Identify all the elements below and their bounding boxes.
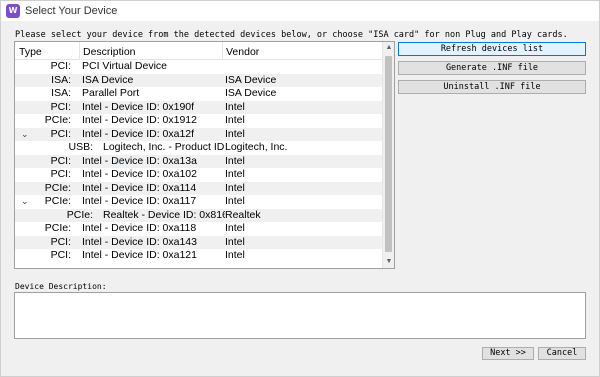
- device-list[interactable]: Type Description Vendor PCI: PCI Virtual …: [14, 41, 395, 269]
- window-title: Select Your Device: [25, 5, 118, 17]
- device-type: PCI:: [50, 60, 71, 72]
- device-type: ISA:: [51, 73, 71, 86]
- device-row[interactable]: PCIe: Intel - Device ID: 0xa114 Intel: [15, 181, 383, 195]
- device-vendor: Intel: [225, 181, 245, 194]
- device-row[interactable]: USB: Logitech, Inc. - Product ID: 0xc077L…: [15, 141, 383, 155]
- device-description: Logitech, Inc. - Product ID: 0xc077: [103, 141, 225, 153]
- device-type: USB:: [68, 141, 93, 153]
- device-row[interactable]: ⌄ PCIe: Intel - Device ID: 0xa117 Intel: [15, 195, 383, 209]
- scroll-down-arrow-icon[interactable]: ▼: [383, 256, 394, 268]
- device-description: Intel - Device ID: 0xa143: [82, 235, 197, 248]
- device-type: PCI:: [50, 154, 71, 167]
- cancel-button[interactable]: Cancel: [538, 347, 586, 360]
- device-description: Realtek - Device ID: 0x8168: [103, 208, 225, 221]
- instructions-text: Please select your device from the detec…: [15, 30, 568, 40]
- device-type: PCIe:: [66, 208, 93, 221]
- device-type: PCIe:: [44, 181, 71, 194]
- device-description: PCI Virtual Device: [82, 60, 168, 72]
- device-vendor: Intel: [225, 168, 245, 180]
- device-row[interactable]: ISA: ISA Device ISA Device: [15, 73, 383, 87]
- device-type: ISA:: [51, 87, 71, 99]
- device-description: Intel - Device ID: 0xa117: [82, 195, 197, 207]
- device-vendor: Intel: [225, 127, 245, 140]
- device-description: Intel - Device ID: 0x190f: [82, 100, 195, 113]
- uninstall-inf-button[interactable]: Uninstall .INF file: [398, 80, 586, 94]
- device-vendor: Intel: [225, 114, 245, 126]
- device-type: PCIe:: [44, 114, 71, 126]
- scroll-up-arrow-icon[interactable]: ▲: [383, 42, 394, 54]
- device-row[interactable]: PCI: Intel - Device ID: 0xa102 Intel: [15, 168, 383, 182]
- column-header-vendor[interactable]: Vendor: [226, 46, 259, 58]
- device-vendor: ISA Device: [225, 87, 277, 99]
- device-vendor: Intel: [225, 195, 245, 207]
- device-description-box[interactable]: [14, 292, 586, 339]
- device-type: PCI:: [50, 249, 71, 261]
- device-description: Intel - Device ID: 0x1912: [82, 114, 197, 126]
- select-device-window: W Select Your Device Please select your …: [0, 0, 600, 377]
- column-divider: [79, 42, 80, 60]
- vertical-scrollbar[interactable]: ▲ ▼: [382, 42, 394, 268]
- device-type: PCI:: [50, 235, 71, 248]
- device-type: PCIe:: [44, 195, 71, 207]
- device-description: Intel - Device ID: 0xa13a: [82, 154, 197, 167]
- device-rows: PCI: PCI Virtual Device ISA: ISA Device ISA …: [15, 60, 383, 263]
- device-row[interactable]: PCI: Intel - Device ID: 0xa13a Intel: [15, 154, 383, 168]
- column-divider: [222, 42, 223, 60]
- device-description: Intel - Device ID: 0xa114: [82, 181, 197, 194]
- device-row[interactable]: PCI: Intel - Device ID: 0xa143 Intel: [15, 235, 383, 249]
- device-row[interactable]: PCI: Intel - Device ID: 0x190f Intel: [15, 100, 383, 114]
- device-description: ISA Device: [82, 73, 134, 86]
- device-description: Parallel Port: [82, 87, 140, 99]
- list-header: Type Description Vendor: [15, 42, 383, 60]
- device-description: Intel - Device ID: 0xa121: [82, 249, 197, 261]
- device-description: Intel - Device ID: 0xa12f: [82, 127, 195, 140]
- device-row[interactable]: PCIe: Realtek - Device ID: 0x8168 Realtek: [15, 208, 383, 222]
- column-header-description[interactable]: Description: [83, 46, 136, 58]
- title-bar: W Select Your Device: [1, 1, 599, 21]
- next-button[interactable]: Next >>: [482, 347, 534, 360]
- device-description: Intel - Device ID: 0xa102: [82, 168, 197, 180]
- refresh-devices-button[interactable]: Refresh devices list: [398, 42, 586, 56]
- device-row[interactable]: ⌄ PCI: Intel - Device ID: 0xa12f Intel: [15, 127, 383, 141]
- device-vendor: Intel: [225, 235, 245, 248]
- device-vendor: ISA Device: [225, 73, 277, 86]
- device-row[interactable]: PCIe: Intel - Device ID: 0x1912 Intel: [15, 114, 383, 128]
- device-type: PCI:: [50, 168, 71, 180]
- device-vendor: Intel: [225, 222, 245, 234]
- device-vendor: Intel: [225, 154, 245, 167]
- device-row[interactable]: PCI: Intel - Device ID: 0xa121 Intel: [15, 249, 383, 263]
- device-vendor: Intel: [225, 249, 245, 261]
- scrollbar-thumb[interactable]: [385, 56, 392, 252]
- device-vendor: Intel: [225, 100, 245, 113]
- device-type: PCI:: [50, 100, 71, 113]
- device-row[interactable]: PCIe: Intel - Device ID: 0xa118 Intel: [15, 222, 383, 236]
- device-type: PCI:: [50, 127, 71, 140]
- device-description-label: Device Description:: [15, 282, 107, 291]
- column-header-type[interactable]: Type: [19, 46, 42, 58]
- device-row[interactable]: PCI: PCI Virtual Device: [15, 60, 383, 74]
- device-vendor: Logitech, Inc.: [225, 141, 288, 153]
- generate-inf-button[interactable]: Generate .INF file: [398, 61, 586, 75]
- device-row[interactable]: ISA: Parallel Port ISA Device: [15, 87, 383, 101]
- app-logo-icon: W: [6, 4, 20, 18]
- device-vendor: Realtek: [225, 208, 261, 221]
- device-type: PCIe:: [44, 222, 71, 234]
- device-description: Intel - Device ID: 0xa118: [82, 222, 197, 234]
